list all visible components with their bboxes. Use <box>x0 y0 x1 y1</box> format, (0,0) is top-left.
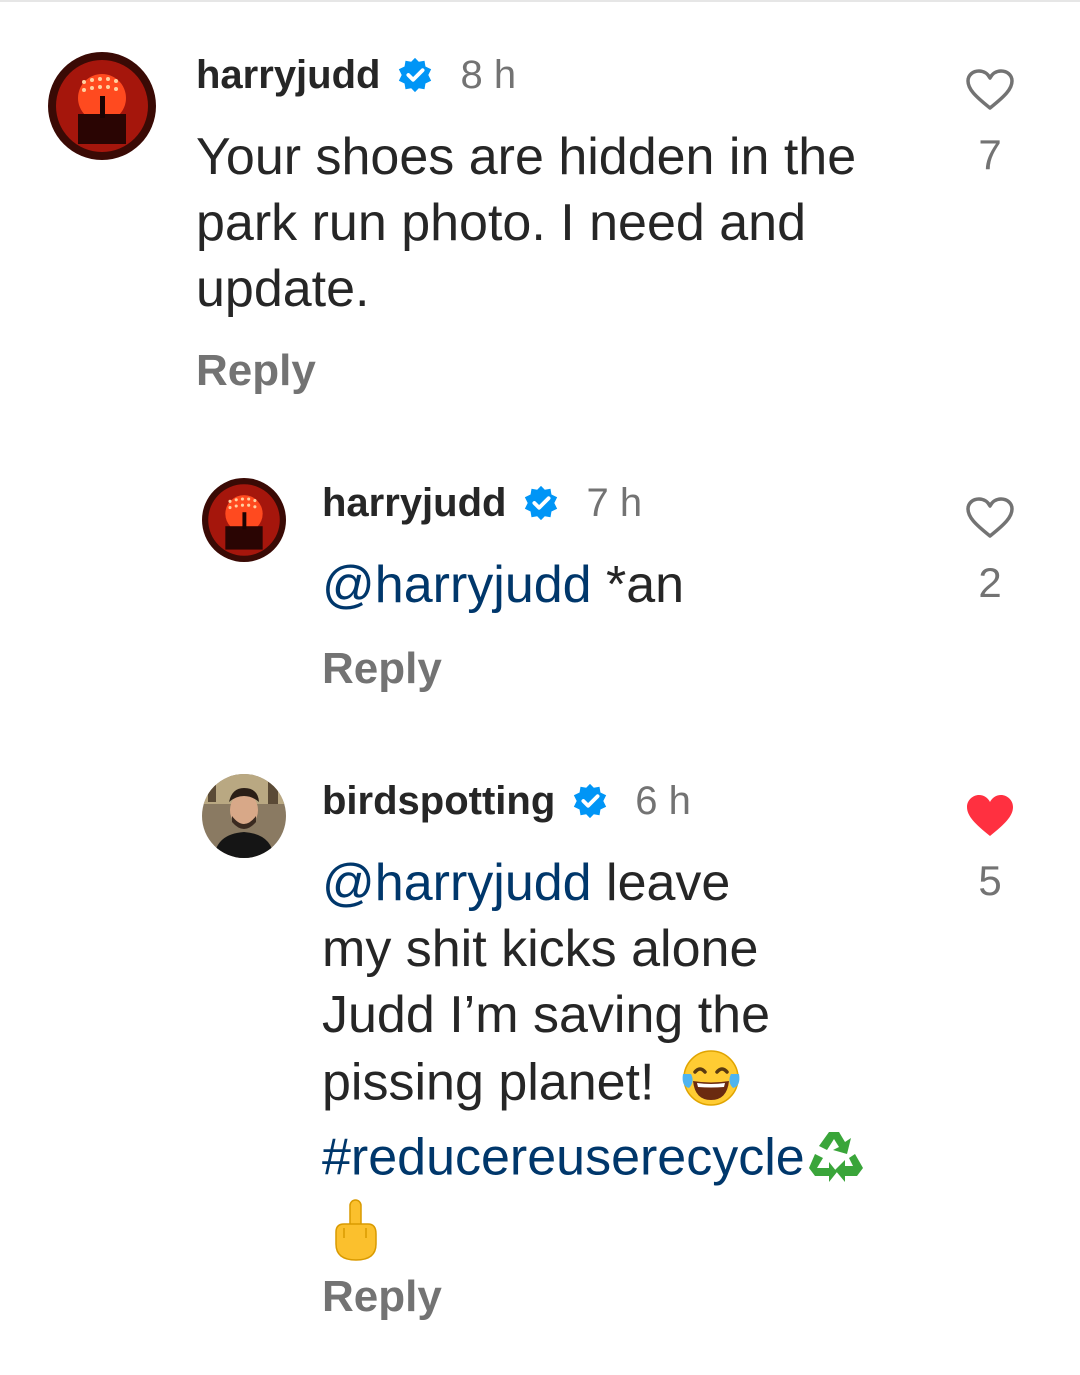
avatar[interactable] <box>48 52 156 160</box>
comment-text-line: park run photo. I need and <box>196 194 807 252</box>
like-control[interactable]: 5 <box>962 794 1018 905</box>
comment-text-fragment: pissing planet! <box>322 1053 655 1112</box>
heart-outline-icon[interactable] <box>965 68 1015 112</box>
heart-filled-icon[interactable] <box>965 794 1015 838</box>
comment-text-line: #reducereuserecycle <box>322 1124 942 1198</box>
username[interactable]: harryjudd <box>322 481 506 526</box>
concert-stage-avatar-icon <box>202 478 286 562</box>
timestamp: 7 h <box>586 480 643 525</box>
comment-text: Your shoes are hidden in the park run ph… <box>196 124 936 322</box>
comment-text-fragment: *an <box>591 556 685 614</box>
verified-badge-icon <box>522 484 560 522</box>
comment-text-line: update. <box>196 260 370 318</box>
like-control[interactable]: 2 <box>962 496 1018 607</box>
mention-link[interactable]: @harryjudd <box>322 556 592 614</box>
comment-text-fragment: leave <box>591 854 731 912</box>
timestamp: 8 h <box>460 52 517 97</box>
comment-text-line: @harryjudd *an <box>322 552 922 618</box>
comment-text-line: @harryjudd leave <box>322 850 942 916</box>
tears-of-joy-emoji-icon <box>679 1048 743 1124</box>
username[interactable]: birdspotting <box>322 779 555 824</box>
like-control[interactable]: 7 <box>962 68 1018 179</box>
reply-button[interactable]: Reply <box>322 644 442 694</box>
like-count: 5 <box>978 857 1002 904</box>
hashtag-link[interactable]: #reducereuserecycle <box>322 1129 805 1187</box>
like-count: 7 <box>978 131 1002 178</box>
verified-badge-icon <box>571 782 609 820</box>
recycle-emoji-icon <box>805 1124 869 1198</box>
mention-link[interactable]: @harryjudd <box>322 854 592 912</box>
comment-text: @harryjudd *an <box>322 552 922 618</box>
username[interactable]: harryjudd <box>196 53 380 98</box>
top-divider <box>0 0 1080 2</box>
reply-button[interactable]: Reply <box>322 1272 442 1322</box>
avatar[interactable] <box>202 478 286 562</box>
concert-stage-avatar-icon <box>48 52 156 160</box>
comment-text-line: my shit kicks alone <box>322 920 759 978</box>
verified-badge-icon <box>396 56 434 94</box>
man-portrait-avatar-icon <box>202 774 286 858</box>
comment-text: @harryjudd leave my shit kicks alone Jud… <box>322 850 942 1278</box>
comment-text-line: pissing planet! <box>322 1048 942 1124</box>
middle-finger-emoji-icon <box>330 1198 382 1278</box>
comment-text-line <box>322 1198 942 1278</box>
reply-button[interactable]: Reply <box>196 346 316 396</box>
like-count: 2 <box>978 559 1002 606</box>
comment-text-line: Your shoes are hidden in the <box>196 128 857 186</box>
avatar[interactable] <box>202 774 286 858</box>
heart-outline-icon[interactable] <box>965 496 1015 540</box>
timestamp: 6 h <box>635 778 691 823</box>
comment-text-line: Judd I’m saving the <box>322 986 771 1044</box>
